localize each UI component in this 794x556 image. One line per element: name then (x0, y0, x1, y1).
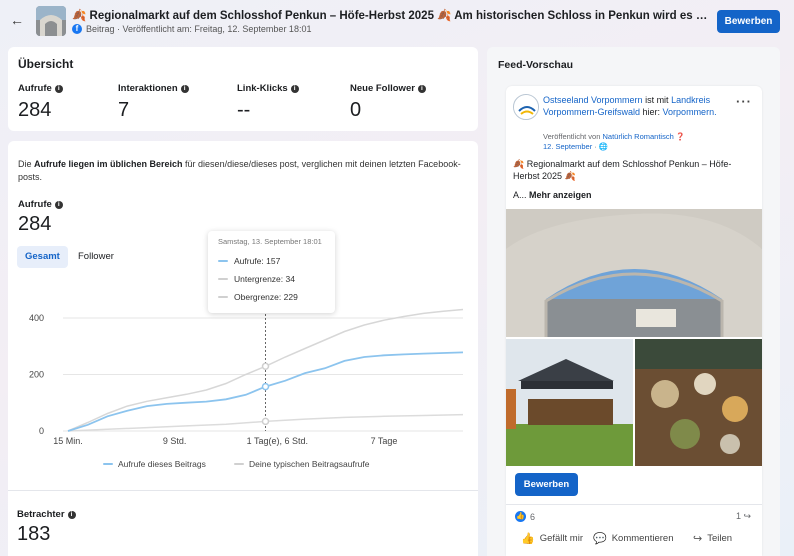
y-tick-label: 400 (29, 313, 44, 323)
globe-icon: 🌐 (598, 142, 609, 151)
post-text: 🍂 Regionalmarkt auf dem Schlosshof Penku… (513, 159, 732, 181)
place-link[interactable]: Vorpommern. (663, 107, 717, 117)
metric-label: Link-Klicks (237, 83, 288, 94)
metric-value: 0 (350, 99, 362, 121)
highlight-point (261, 362, 270, 371)
metric-new-followers: Neue Follower i 0 (350, 83, 426, 122)
boost-button[interactable]: Bewerben (717, 10, 780, 33)
like-action[interactable]: 👍 Gefällt mir (521, 532, 583, 545)
comment-action[interactable]: 💬 Kommentieren (593, 532, 673, 545)
share-arrow-icon: ↪ (743, 511, 752, 521)
info-icon[interactable]: i (67, 510, 76, 519)
comment-icon: 💬 (593, 533, 607, 545)
post-image-archway[interactable] (506, 209, 762, 337)
reactions-summary[interactable]: 👍 6 (515, 511, 535, 522)
metric-value: 7 (118, 99, 130, 121)
y-tick-label: 0 (39, 426, 44, 436)
facebook-icon: f (72, 24, 82, 34)
views-label: Aufrufe (18, 199, 52, 210)
feed-preview-panel: Feed-Vorschau Ostseeland Vorpommern ist … (487, 47, 780, 556)
post-title: 🍂 Regionalmarkt auf dem Schlosshof Penku… (72, 10, 712, 22)
metric-label: Interaktionen (118, 83, 178, 94)
like-reaction-icon: 👍 (515, 511, 526, 522)
divider (8, 490, 478, 491)
views-description: Die Aufrufe liegen im üblichen Bereich f… (18, 159, 461, 182)
post-text-more: A... Mehr anzeigen (513, 190, 592, 200)
author-link[interactable]: Natürlich Romantisch (602, 132, 673, 141)
views-value: 284 (18, 213, 52, 235)
x-tick-label: 15 Min. (53, 436, 83, 446)
metric-link-clicks: Link-Klicks i -- (237, 83, 299, 122)
post-subtitle: f Beitrag · Veröffentlicht am: Freitag, … (72, 24, 311, 34)
more-options-icon[interactable]: ··· (736, 94, 752, 109)
viewers-value: 183 (17, 523, 51, 545)
overview-title: Übersicht (18, 57, 74, 71)
info-icon[interactable]: i (180, 84, 189, 93)
viewers-label: Betrachter (17, 509, 65, 520)
metric-value: 284 (18, 99, 52, 121)
metric-value: -- (237, 99, 251, 121)
info-icon[interactable]: i (290, 84, 299, 93)
share-icon: ↪ (693, 533, 703, 545)
tooltip-row: Obergrenze: 229 (218, 288, 325, 306)
legend-item-typical: Deine typischen Beitragsaufrufe (234, 459, 370, 469)
page-avatar[interactable] (513, 94, 539, 120)
metric-label: Aufrufe (18, 83, 52, 94)
page-name-link[interactable]: Ostseeland Vorpommern (543, 95, 643, 105)
top-bar: ← 🍂 Regionalmarkt auf dem Schlosshof Pen… (0, 0, 794, 44)
views-label-row: Aufrufe i (18, 199, 63, 210)
views-detail-card: Die Aufrufe liegen im üblichen Bereich f… (8, 141, 478, 556)
shares-count[interactable]: 1 ↪ (736, 511, 751, 522)
divider (506, 504, 762, 505)
legend-item-this-post: Aufrufe dieses Beitrags (103, 459, 206, 469)
info-icon[interactable]: i (54, 84, 63, 93)
post-published-meta: Veröffentlicht von Natürlich Romantisch … (543, 132, 686, 151)
post-header: Ostseeland Vorpommern ist mit Landkreis … (543, 95, 717, 117)
metric-label: Neue Follower (350, 83, 415, 94)
show-more-link[interactable]: Mehr anzeigen (529, 190, 592, 200)
back-arrow-icon[interactable]: ← (10, 12, 26, 28)
help-icon[interactable]: ❓ (676, 132, 685, 141)
x-tick-label: 9 Std. (163, 436, 187, 446)
overview-card: Übersicht Aufrufe i 284 Interaktionen i 7 … (8, 47, 478, 131)
tooltip-title: Samstag, 13. September 18:01 (218, 237, 322, 246)
share-action[interactable]: ↪ Teilen (693, 532, 732, 545)
tab-total[interactable]: Gesamt (17, 246, 68, 268)
thumbs-up-icon: 👍 (521, 533, 535, 545)
x-tick-label: 7 Tage (371, 436, 398, 446)
tooltip-row: Untergrenze: 34 (218, 270, 325, 288)
post-image-market-tent[interactable] (506, 339, 633, 466)
post-image-table-goods[interactable] (635, 339, 762, 466)
info-icon[interactable]: i (417, 84, 426, 93)
highlight-point (261, 417, 270, 426)
chart-tooltip: Samstag, 13. September 18:01 Aufrufe: 15… (208, 231, 335, 313)
x-tick-label: 1 Tag(e), 6 Std. (247, 436, 308, 446)
metric-views: Aufrufe i 284 (18, 83, 63, 122)
tab-follower[interactable]: Follower (70, 246, 122, 268)
y-tick-label: 200 (29, 369, 44, 379)
tooltip-row: Aufrufe: 157 (218, 252, 325, 270)
post-preview: Ostseeland Vorpommern ist mit Landkreis … (506, 86, 762, 556)
date-link[interactable]: 12. September (543, 142, 592, 151)
post-meta: Beitrag · Veröffentlicht am: Freitag, 12… (86, 24, 312, 34)
metric-interactions: Interaktionen i 7 (118, 83, 189, 122)
info-icon[interactable]: i (54, 200, 63, 209)
highlight-point (261, 382, 270, 391)
feed-preview-title: Feed-Vorschau (498, 59, 574, 71)
viewers-label-row: Betrachter i (17, 509, 76, 520)
post-boost-button[interactable]: Bewerben (515, 473, 578, 496)
post-thumbnail (36, 6, 66, 36)
